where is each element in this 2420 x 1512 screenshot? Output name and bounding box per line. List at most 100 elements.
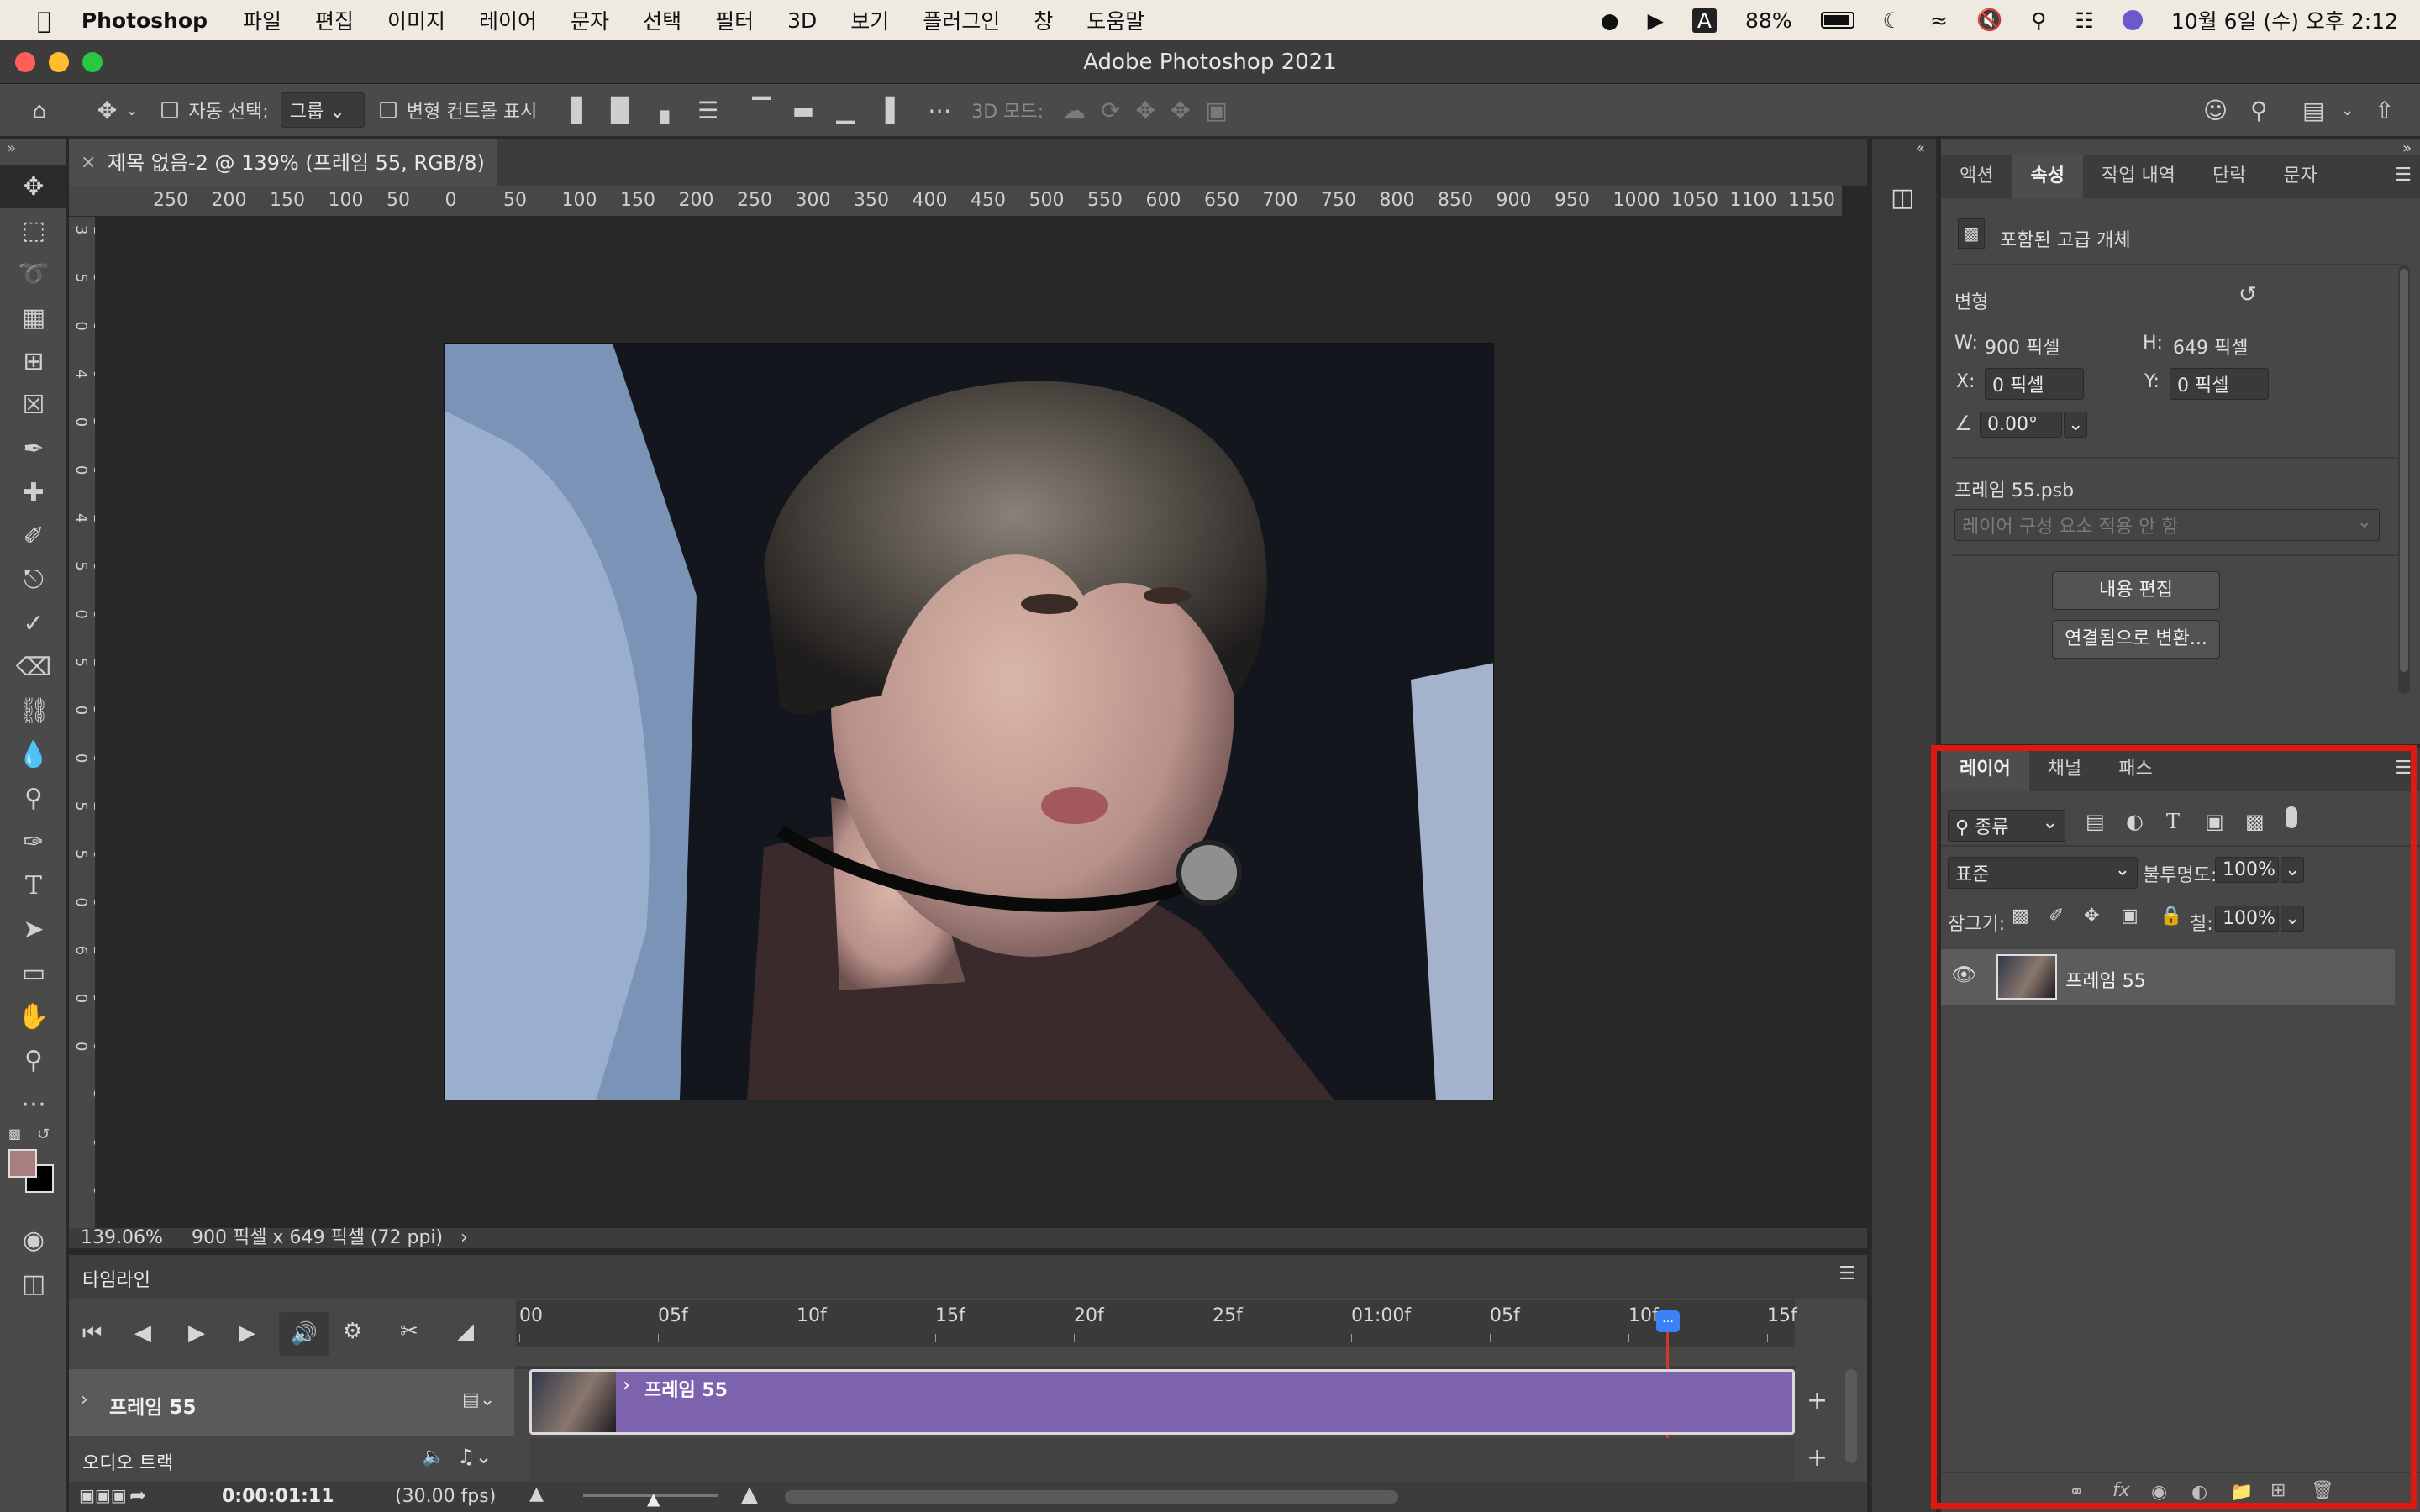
convert-to-linked-button[interactable]: 연결됨으로 변환... [2052,620,2220,659]
next-frame-icon[interactable]: ▶ [239,1320,255,1346]
edit-contents-button[interactable]: 내용 편집 [2052,571,2220,610]
zoom-out-timeline-icon[interactable]: ▲ [529,1483,544,1504]
height-value[interactable]: 649 픽셀 [2173,333,2248,360]
panel-menu-icon[interactable]: ☰ [2395,165,2412,186]
align-left-icon[interactable]: ▋ [571,97,589,124]
more-options-icon[interactable]: ⋯ [928,97,951,124]
edit-toolbar-icon[interactable]: ⋯ [0,1082,67,1126]
menu-image[interactable]: 이미지 [387,5,445,35]
music-note-icon[interactable]: ♫⌄ [457,1445,492,1468]
menu-help[interactable]: 도움말 [1086,5,1144,35]
hand-tool-icon[interactable]: ✋ [0,995,67,1038]
zoom-level[interactable]: 139.06% [81,1228,163,1248]
search-icon[interactable]: ⚲ [2250,97,2268,124]
object-select-tool-icon[interactable]: ▦ [0,296,67,339]
menubar-clock[interactable]: 10월 6일 (수) 오후 2:12 [2171,5,2398,35]
play-icon[interactable]: ▶ [188,1320,205,1346]
width-value[interactable]: 900 픽셀 [1985,333,2060,360]
angle-field[interactable]: 0.00° [1980,412,2062,438]
home-icon[interactable]: ⌂ [32,97,47,124]
3d-pan-icon[interactable]: ✥ [1136,97,1155,124]
share-icon[interactable]: ⇧ [2375,97,2394,124]
menu-select[interactable]: 선택 [643,5,681,35]
angle-dropdown[interactable]: ⌄ [2064,412,2087,438]
align-right-icon[interactable]: ▗ [650,97,669,124]
audio-track-lane[interactable] [529,1438,1795,1482]
move-tool-preset-icon[interactable]: ✥ [97,97,117,124]
move-tool-icon[interactable]: ✥ [0,165,67,208]
tab-paragraph[interactable]: 단락 [2194,155,2265,198]
timeline-scrollbar[interactable] [1845,1369,1857,1463]
chevron-right-icon[interactable]: › [81,1389,88,1410]
libraries-panel-icon[interactable]: ◫ [1891,183,1914,213]
frame-animation-icon[interactable]: ▣▣▣ [79,1485,127,1505]
timeline-zoom-thumb[interactable]: ▲ [647,1488,660,1509]
audio-toggle-icon[interactable]: 🔊 [279,1312,329,1356]
frame-tool-icon[interactable]: ☒ [0,383,67,427]
align-bottom-icon[interactable]: ▁ [836,97,855,124]
menu-window[interactable]: 창 [1034,5,1053,35]
default-colors-icon[interactable]: ▩ [8,1126,21,1142]
battery-percent[interactable]: 88% [1745,8,1792,33]
video-clip[interactable]: › 프레임 55 [529,1369,1795,1435]
quick-mask-icon[interactable]: ◉ [0,1218,67,1262]
control-center-icon[interactable]: ☷ [2075,8,2093,33]
prev-frame-icon[interactable]: ◀ [134,1320,151,1346]
paint-bucket-tool-icon[interactable]: ⛓ [0,689,67,732]
add-audio-icon[interactable]: + [1807,1443,1828,1473]
video-track-header[interactable]: › 프레임 55 ▤⌄ [69,1369,514,1436]
rectangle-tool-icon[interactable]: ▭ [0,951,67,995]
auto-select-dropdown[interactable]: 그룹 ⌄ [280,92,365,128]
align-center-icon[interactable]: █ [611,97,629,124]
menu-type[interactable]: 문자 [571,5,609,35]
3d-orbit-icon[interactable]: ☁ [1062,97,1086,124]
zoom-window-button[interactable] [82,52,103,72]
tab-properties[interactable]: 속성 [2012,155,2083,198]
transform-controls-checkbox[interactable] [379,102,397,118]
menu-plugins[interactable]: 플러그인 [923,5,1000,35]
distribute-vertical-icon[interactable]: ▐ [876,97,895,124]
mute-icon[interactable]: 🔇 [1976,8,2002,33]
chevron-down-icon[interactable]: ⌄ [125,102,138,119]
zoom-tool-icon[interactable]: ⚲ [0,1038,67,1082]
x-field[interactable]: 0 픽셀 [1985,368,2084,400]
screen-mode-icon[interactable]: ◫ [0,1262,67,1305]
moon-icon[interactable]: ☾ [1883,8,1902,33]
close-tab-icon[interactable]: × [81,139,96,186]
document-tab[interactable]: × 제목 없음-2 @ 139% (프레임 55, RGB/8) * [69,139,497,222]
split-scissors-icon[interactable]: ✂ [400,1319,418,1344]
brush-tool-icon[interactable]: ✐ [0,514,67,558]
y-field[interactable]: 0 픽셀 [2170,368,2269,400]
marquee-tool-icon[interactable]: ⬚ [0,208,67,252]
reset-transform-icon[interactable]: ↺ [2238,282,2257,307]
siri-icon[interactable] [2122,10,2143,30]
lasso-tool-icon[interactable]: ➰ [0,252,67,296]
align-middle-icon[interactable]: ▬ [792,97,814,124]
foreground-color-swatch[interactable] [8,1149,37,1178]
minimize-window-button[interactable] [49,52,69,72]
close-window-button[interactable] [15,52,35,72]
path-select-tool-icon[interactable]: ➤ [0,907,67,951]
play-circle-icon[interactable]: ▶ [1648,8,1664,33]
type-tool-icon[interactable]: T [0,864,67,907]
transition-icon[interactable]: ◢ [457,1319,474,1344]
eyedropper-tool-icon[interactable]: ✒ [0,427,67,470]
work-area-bar[interactable] [516,1347,1795,1366]
timeline-tab[interactable]: 타임라인 [82,1265,150,1292]
add-media-icon[interactable]: + [1807,1386,1828,1415]
collapse-toolbar-icon[interactable]: » [0,139,66,165]
menu-file[interactable]: 파일 [243,5,281,35]
eraser-tool-icon[interactable]: ⌫ [0,645,67,689]
auto-select-checkbox[interactable] [161,102,179,118]
tab-character[interactable]: 문자 [2265,155,2335,198]
blur-tool-icon[interactable]: 💧 [0,732,67,776]
go-first-frame-icon[interactable]: ⏮ [82,1320,102,1347]
apple-logo-icon[interactable]:  [37,7,51,34]
chevron-right-icon[interactable]: › [623,1375,630,1396]
film-strip-icon[interactable]: ▤⌄ [462,1389,495,1410]
wifi-icon[interactable]: ≈ [1930,8,1948,33]
3d-slide-icon[interactable]: ✥ [1171,97,1190,124]
menu-edit[interactable]: 편집 [315,5,354,35]
status-chevron-icon[interactable]: › [460,1228,468,1248]
canvas-image[interactable] [444,343,1494,1100]
